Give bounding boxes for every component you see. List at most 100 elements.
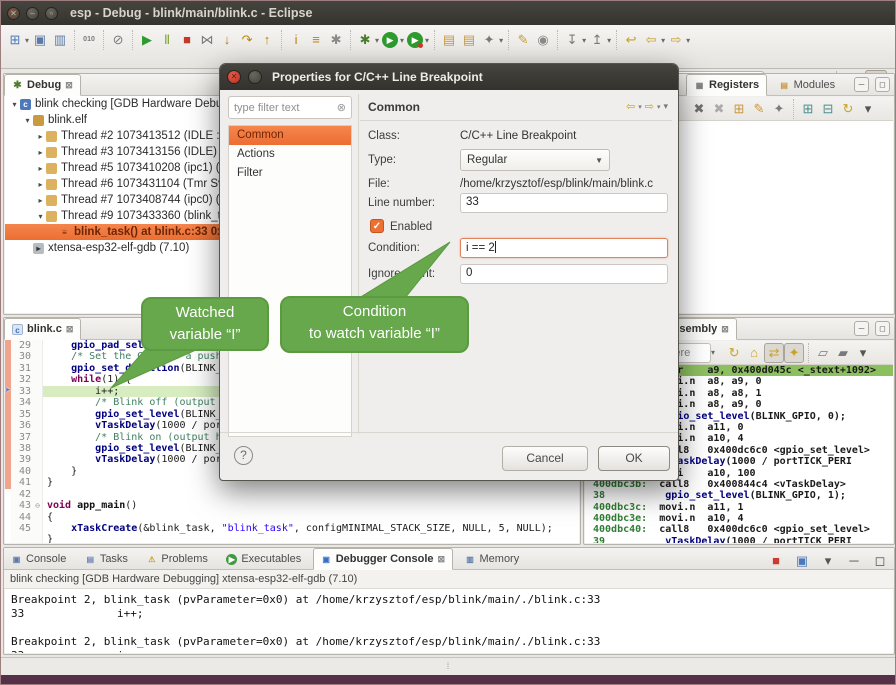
ignore-count-input[interactable]: 0 bbox=[460, 264, 668, 284]
tab-registers[interactable]: ▦ Registers bbox=[686, 74, 767, 96]
step-over-icon[interactable]: ↷ bbox=[237, 30, 257, 50]
search-dropdown-icon[interactable]: ▾ bbox=[499, 36, 503, 45]
back-dropdown-icon[interactable]: ▾ bbox=[661, 36, 665, 45]
twisty-icon[interactable]: ▸ bbox=[35, 132, 46, 141]
add-register-group-icon[interactable]: ⊞ bbox=[729, 99, 749, 119]
code-line[interactable]: 45 xTaskCreate(&blink_task, "blink_task"… bbox=[5, 523, 579, 534]
minimize-icon[interactable]: ─ bbox=[854, 77, 869, 92]
disassembly-line[interactable]: 400dbc40: call8 0x400dc6c0 <gpio_set_lev… bbox=[585, 524, 893, 535]
type-dropdown[interactable]: Regular ▼ bbox=[460, 149, 610, 171]
code-line[interactable]: } bbox=[5, 534, 579, 543]
close-icon[interactable]: ⊠ bbox=[721, 324, 729, 335]
maximize-icon[interactable]: ◻ bbox=[875, 321, 890, 336]
previous-annotation-icon[interactable]: ↥ bbox=[587, 30, 607, 50]
twisty-icon[interactable]: ▾ bbox=[22, 116, 33, 125]
binary-file-icon[interactable]: 010 bbox=[79, 30, 99, 50]
line-number[interactable]: 44 bbox=[11, 512, 33, 523]
disconnect-icon[interactable]: ⋈ bbox=[197, 30, 217, 50]
line-number[interactable]: 38 bbox=[11, 443, 33, 454]
line-number[interactable]: 33 bbox=[11, 386, 33, 397]
line-number[interactable]: 34 bbox=[11, 397, 33, 408]
external-tools-dropdown-icon[interactable]: ▾ bbox=[425, 36, 429, 45]
fold-icon[interactable]: ⊖ bbox=[33, 500, 43, 511]
view-menu-icon[interactable]: ▾ bbox=[663, 101, 668, 112]
twisty-icon[interactable]: ▾ bbox=[35, 212, 46, 221]
new-wizard-dropdown-icon[interactable]: ▾ bbox=[25, 36, 29, 45]
enabled-checkbox[interactable]: ✓ bbox=[370, 219, 384, 233]
debug-console-icon[interactable]: ≡ bbox=[306, 30, 326, 50]
run-dropdown-icon[interactable]: ▾ bbox=[400, 36, 404, 45]
dialog-close-icon[interactable]: ✕ bbox=[227, 70, 241, 84]
console-content[interactable]: Breakpoint 2, blink_task (pvParameter=0x… bbox=[5, 589, 893, 653]
refresh-icon[interactable]: ↻ bbox=[838, 99, 858, 119]
code-line[interactable]: 43⊖void app_main() bbox=[5, 500, 579, 511]
save-icon[interactable]: ▣ bbox=[30, 30, 50, 50]
sync-selection-icon[interactable]: ⇄ bbox=[764, 343, 784, 363]
minimize-icon[interactable]: ─ bbox=[854, 321, 869, 336]
instruction-stepping-icon[interactable]: i bbox=[286, 30, 306, 50]
back-icon[interactable]: ⇦ bbox=[641, 30, 661, 50]
tab-debug[interactable]: ✱ Debug ⊠ bbox=[4, 74, 81, 96]
line-number[interactable]: 39 bbox=[11, 454, 33, 465]
minimize-icon[interactable]: ─ bbox=[844, 551, 864, 571]
remove-selected-registers-icon[interactable]: ✖ bbox=[709, 99, 729, 119]
forward-icon[interactable]: ⇨ bbox=[666, 30, 686, 50]
close-icon[interactable]: ⊠ bbox=[438, 554, 446, 565]
skip-all-breakpoints-icon[interactable]: ⊘ bbox=[108, 30, 128, 50]
maximize-icon[interactable]: ◻ bbox=[875, 77, 890, 92]
twisty-icon[interactable]: ▸ bbox=[35, 196, 46, 205]
forward-icon[interactable]: ⇨ bbox=[645, 100, 654, 113]
save-all-icon[interactable]: ▥ bbox=[50, 30, 70, 50]
open-new-view-icon[interactable]: ▱ bbox=[813, 343, 833, 363]
nav-item-filter[interactable]: Filter bbox=[229, 164, 351, 183]
search-icon[interactable]: ✦ bbox=[479, 30, 499, 50]
maximize-icon[interactable]: ◻ bbox=[870, 551, 890, 571]
debug-dropdown-icon[interactable]: ▾ bbox=[375, 36, 379, 45]
open-resource-icon[interactable]: ▤ bbox=[459, 30, 479, 50]
line-number[interactable]: 42 bbox=[11, 489, 33, 500]
display-selected-console-icon[interactable]: ▣ bbox=[792, 551, 812, 571]
cancel-button[interactable]: Cancel bbox=[502, 446, 588, 471]
terminate-icon[interactable]: ■ bbox=[177, 30, 197, 50]
breakpoint-pointer-icon[interactable]: ➤ bbox=[5, 386, 10, 397]
twisty-icon[interactable]: ▸ bbox=[35, 148, 46, 157]
line-number[interactable]: 45 bbox=[11, 523, 33, 534]
filter-input[interactable]: type filter text ⊗ bbox=[228, 96, 352, 119]
twisty-icon[interactable]: ▾ bbox=[9, 100, 20, 109]
next-annotation-icon[interactable]: ↧ bbox=[562, 30, 582, 50]
line-number[interactable]: 35 bbox=[11, 409, 33, 420]
back-icon[interactable]: ⇦ bbox=[626, 100, 635, 113]
edit-register-group-icon[interactable]: ✎ bbox=[749, 99, 769, 119]
line-number[interactable]: 29 bbox=[11, 340, 33, 351]
line-number[interactable]: 43 bbox=[11, 500, 33, 511]
step-into-icon[interactable]: ↓ bbox=[217, 30, 237, 50]
view-menu-icon[interactable]: ▾ bbox=[858, 99, 878, 119]
ok-button[interactable]: OK bbox=[598, 446, 670, 471]
tab-problems[interactable]: ⚠Problems bbox=[139, 548, 214, 570]
tab-console[interactable]: ▣Console bbox=[4, 548, 73, 570]
refresh-icon[interactable]: ↻ bbox=[724, 343, 744, 363]
close-icon[interactable]: ⊠ bbox=[66, 324, 74, 335]
toggle-mark-occurrences-icon[interactable]: ◉ bbox=[533, 30, 553, 50]
collapse-all-icon[interactable]: ⊟ bbox=[818, 99, 838, 119]
condition-input[interactable]: i == 2 bbox=[460, 238, 668, 258]
nav-item-actions[interactable]: Actions bbox=[229, 145, 351, 164]
code-line[interactable]: 44{ bbox=[5, 512, 579, 523]
previous-annotation-dropdown-icon[interactable]: ▾ bbox=[607, 36, 611, 45]
line-number[interactable]: 40 bbox=[11, 466, 33, 477]
track-expression-icon[interactable]: ✦ bbox=[784, 343, 804, 363]
line-number[interactable]: 36 bbox=[11, 420, 33, 431]
tab-tasks[interactable]: ▤Tasks bbox=[78, 548, 135, 570]
suspend-icon[interactable]: Ⅱ bbox=[157, 30, 177, 50]
disassembly-line[interactable]: 400dbc3c: movi.n a11, 1 bbox=[585, 502, 893, 513]
forward-dropdown-icon[interactable]: ▾ bbox=[686, 36, 690, 45]
line-number[interactable]: 41 bbox=[11, 477, 33, 488]
terminate-console-icon[interactable]: ■ bbox=[766, 551, 786, 571]
tab-blink-c[interactable]: c blink.c ⊠ bbox=[4, 318, 81, 340]
tab-memory[interactable]: ▥Memory bbox=[458, 548, 527, 570]
line-number[interactable] bbox=[11, 534, 33, 543]
line-number-input[interactable]: 33 bbox=[460, 193, 668, 213]
tab-modules[interactable]: ▤ Modules bbox=[772, 74, 843, 96]
disassembly-line[interactable]: 38 gpio_set_level(BLINK_GPIO, 1); bbox=[585, 490, 893, 501]
run-icon[interactable]: ▶ bbox=[382, 32, 398, 48]
